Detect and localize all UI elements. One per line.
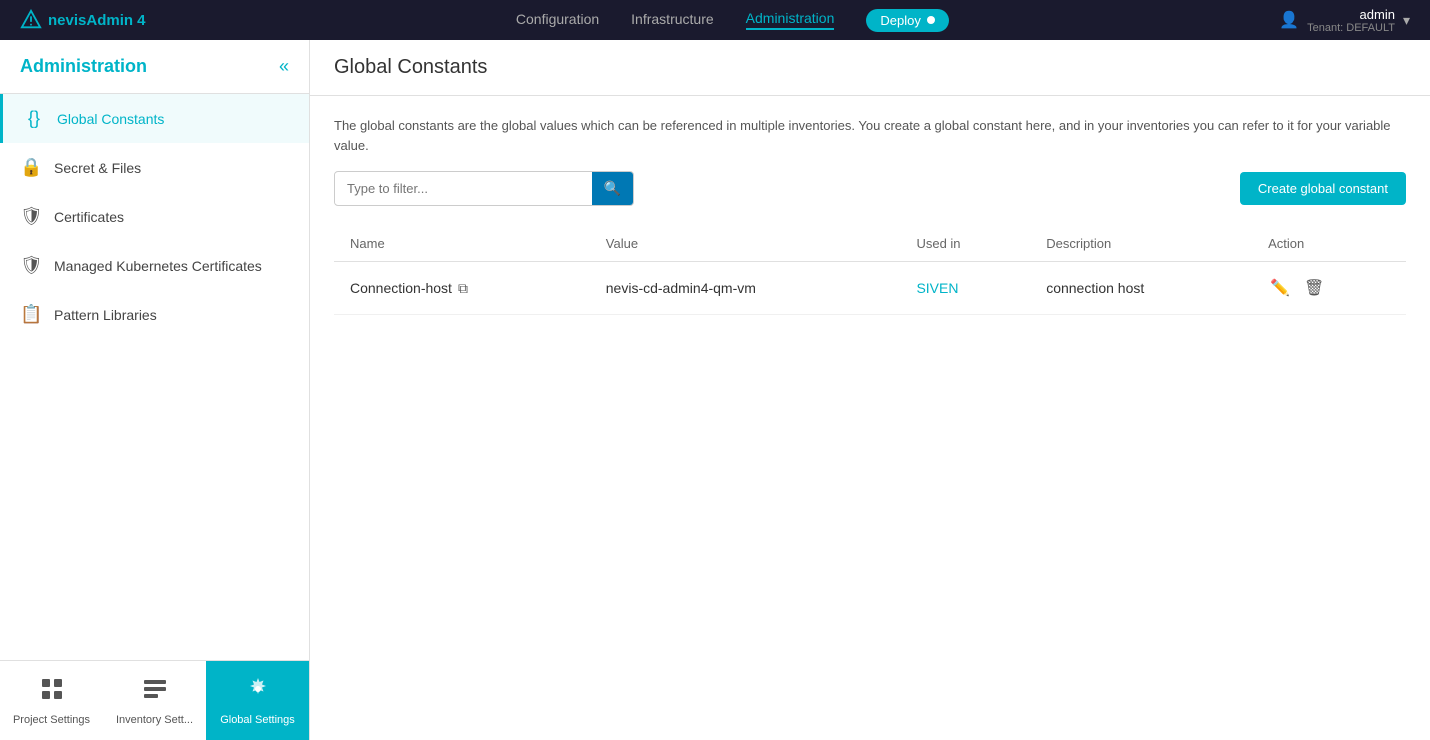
sidebar-item-pattern-libraries[interactable]: 📋 Pattern Libraries — [0, 290, 309, 339]
inventory-settings-button[interactable]: Inventory Sett... — [103, 661, 206, 740]
create-global-constant-button[interactable]: Create global constant — [1240, 172, 1406, 205]
user-area[interactable]: 👤 admin Tenant: DEFAULT ▾ — [1279, 7, 1410, 34]
global-settings-button[interactable]: Global Settings — [206, 661, 309, 740]
nav-infrastructure[interactable]: Infrastructure — [631, 11, 713, 29]
sidebar-header: Administration « — [0, 40, 309, 94]
sidebar-item-secret-files[interactable]: 🔒 Secret & Files — [0, 143, 309, 192]
deploy-button[interactable]: Deploy — [866, 9, 948, 32]
action-icons: ✏️ 🗑 — [1268, 276, 1390, 300]
secret-files-icon: 🔒 — [20, 157, 42, 178]
page-title: Global Constants — [334, 56, 1406, 79]
user-dropdown-icon: ▾ — [1403, 12, 1410, 29]
sidebar-title: Administration — [20, 56, 147, 77]
main-layout: Administration « {} Global Constants 🔒 S… — [0, 40, 1430, 740]
edit-button[interactable]: ✏️ — [1268, 276, 1292, 300]
page-description: The global constants are the global valu… — [334, 116, 1406, 155]
col-name: Name — [334, 226, 590, 262]
copy-icon[interactable]: ⧉ — [458, 280, 468, 297]
tenant-label: Tenant: DEFAULT — [1307, 22, 1395, 34]
content-header: Global Constants — [310, 40, 1430, 96]
top-navigation: nevisAdmin 4 Configuration Infrastructur… — [0, 0, 1430, 40]
user-text: admin Tenant: DEFAULT — [1307, 7, 1395, 34]
row-name-cell: Connection-host ⧉ — [334, 262, 590, 315]
col-action: Action — [1252, 226, 1406, 262]
nav-configuration[interactable]: Configuration — [516, 11, 599, 29]
sidebar-item-label-secret-files: Secret & Files — [54, 160, 141, 176]
global-settings-icon — [245, 676, 271, 708]
used-in-link[interactable]: SIVEN — [916, 280, 958, 296]
sidebar-item-managed-kubernetes[interactable]: 🛡 Managed Kubernetes Certificates — [0, 241, 309, 290]
global-constants-icon: {} — [23, 108, 45, 129]
pattern-libraries-icon: 📋 — [20, 304, 42, 325]
filter-input[interactable] — [335, 173, 592, 204]
deploy-status-dot — [927, 16, 935, 24]
app-logo: nevisAdmin 4 — [20, 9, 146, 31]
nav-links: Configuration Infrastructure Administrat… — [186, 9, 1280, 32]
row-value-text: nevis-cd-admin4-qm-vm — [606, 280, 756, 296]
sidebar-item-certificates[interactable]: 🛡 Certificates — [0, 192, 309, 241]
sidebar: Administration « {} Global Constants 🔒 S… — [0, 40, 310, 740]
deploy-label: Deploy — [880, 13, 920, 28]
sidebar-item-label-global-constants: Global Constants — [57, 111, 164, 127]
filter-bar: 🔍 Create global constant — [334, 171, 1406, 206]
table-body: Connection-host ⧉ nevis-cd-admin4-qm-vm … — [334, 262, 1406, 315]
filter-search-button[interactable]: 🔍 — [592, 172, 633, 205]
sidebar-nav: {} Global Constants 🔒 Secret & Files 🛡 C… — [0, 94, 309, 660]
table-header: Name Value Used in Description Action — [334, 226, 1406, 262]
filter-input-wrap: 🔍 — [334, 171, 634, 206]
content-area: Global Constants The global constants ar… — [310, 40, 1430, 740]
col-value: Value — [590, 226, 901, 262]
sidebar-collapse-button[interactable]: « — [279, 56, 289, 77]
content-body: The global constants are the global valu… — [310, 96, 1430, 335]
inventory-settings-label: Inventory Sett... — [116, 714, 193, 726]
row-description-text: connection host — [1046, 280, 1144, 296]
project-settings-button[interactable]: Project Settings — [0, 661, 103, 740]
col-used-in: Used in — [900, 226, 1030, 262]
global-constants-table: Name Value Used in Description Action Co… — [334, 226, 1406, 315]
managed-kubernetes-icon: 🛡 — [20, 255, 42, 276]
sidebar-item-label-managed-kubernetes: Managed Kubernetes Certificates — [54, 258, 262, 274]
user-name: admin — [1307, 7, 1395, 22]
col-description: Description — [1030, 226, 1252, 262]
sidebar-item-label-pattern-libraries: Pattern Libraries — [54, 307, 157, 323]
bottom-bar: Project Settings Inventory Sett... — [0, 660, 309, 740]
inventory-settings-icon — [142, 676, 168, 708]
global-settings-label: Global Settings — [220, 714, 295, 726]
sidebar-item-global-constants[interactable]: {} Global Constants — [0, 94, 309, 143]
sidebar-item-label-certificates: Certificates — [54, 209, 124, 225]
certificates-icon: 🛡 — [20, 206, 42, 227]
app-name: nevisAdmin 4 — [48, 12, 146, 29]
user-icon: 👤 — [1279, 10, 1299, 30]
row-action-cell: ✏️ 🗑 — [1252, 262, 1406, 315]
delete-button[interactable]: 🗑 — [1302, 276, 1326, 300]
row-description-cell: connection host — [1030, 262, 1252, 315]
row-name-text: Connection-host — [350, 280, 452, 296]
project-settings-label: Project Settings — [13, 714, 90, 726]
table-row: Connection-host ⧉ nevis-cd-admin4-qm-vm … — [334, 262, 1406, 315]
row-used-in-cell: SIVEN — [900, 262, 1030, 315]
nav-administration[interactable]: Administration — [746, 10, 835, 30]
project-settings-icon — [39, 676, 65, 708]
search-icon: 🔍 — [604, 180, 621, 196]
row-value-cell: nevis-cd-admin4-qm-vm — [590, 262, 901, 315]
